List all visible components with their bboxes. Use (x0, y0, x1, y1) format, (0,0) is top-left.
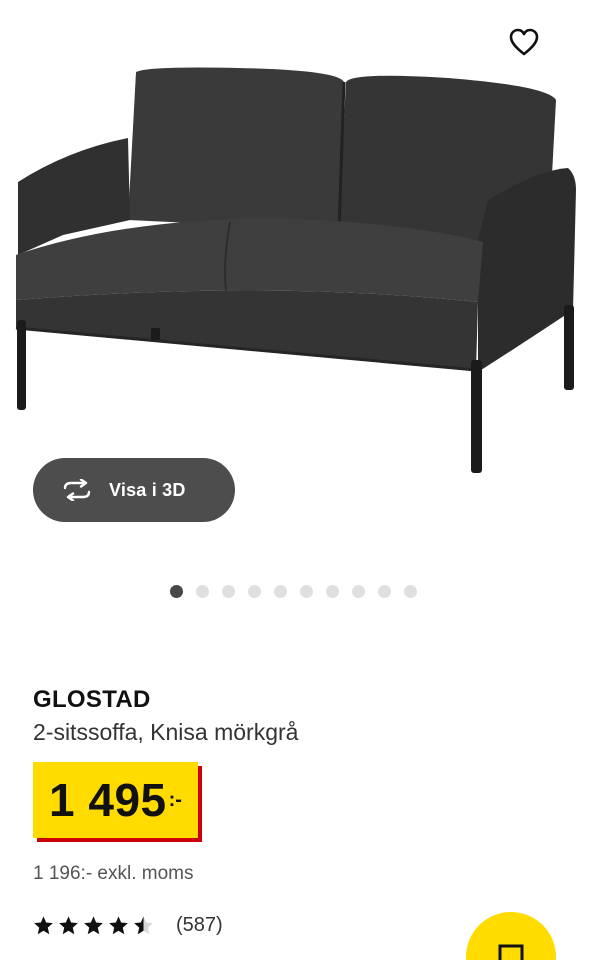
gallery-dot[interactable] (326, 585, 339, 598)
product-gallery[interactable]: Visa i 3D (0, 0, 590, 620)
gallery-dot[interactable] (378, 585, 391, 598)
gallery-dot[interactable] (352, 585, 365, 598)
gallery-pagination (170, 585, 417, 598)
favorite-button[interactable] (504, 22, 544, 62)
price-excl-vat: 1 196:- exkl. moms (33, 863, 194, 884)
gallery-dot[interactable] (248, 585, 261, 598)
add-to-cart-button[interactable] (466, 912, 556, 960)
view-in-3d-label: Visa i 3D (109, 479, 186, 500)
gallery-dot[interactable] (274, 585, 287, 598)
gallery-dot[interactable] (196, 585, 209, 598)
gallery-dot[interactable] (404, 585, 417, 598)
product-image-sofa (15, 67, 576, 473)
review-count: (587) (176, 914, 223, 936)
gallery-dot-active[interactable] (170, 585, 183, 598)
star-full-icon (109, 916, 128, 935)
gallery-dot[interactable] (300, 585, 313, 598)
star-half-icon (134, 916, 153, 935)
product-description: 2-sitssoffa, Knisa mörkgrå (33, 719, 299, 745)
cart-icon (498, 944, 524, 960)
view-in-3d-button[interactable]: Visa i 3D (33, 458, 235, 522)
star-full-icon (59, 916, 78, 935)
rating-stars (33, 915, 154, 936)
price-suffix: :- (168, 789, 182, 811)
price-value: 1 495 (49, 774, 167, 826)
gallery-dot[interactable] (222, 585, 235, 598)
price-tag: 1 495 :- (33, 762, 198, 838)
star-full-icon (34, 916, 53, 935)
rotate-3d-icon (61, 478, 93, 502)
rating-summary[interactable]: (587) (33, 914, 223, 937)
product-name: GLOSTAD (33, 686, 151, 713)
star-full-icon (84, 916, 103, 935)
heart-icon (509, 28, 539, 56)
